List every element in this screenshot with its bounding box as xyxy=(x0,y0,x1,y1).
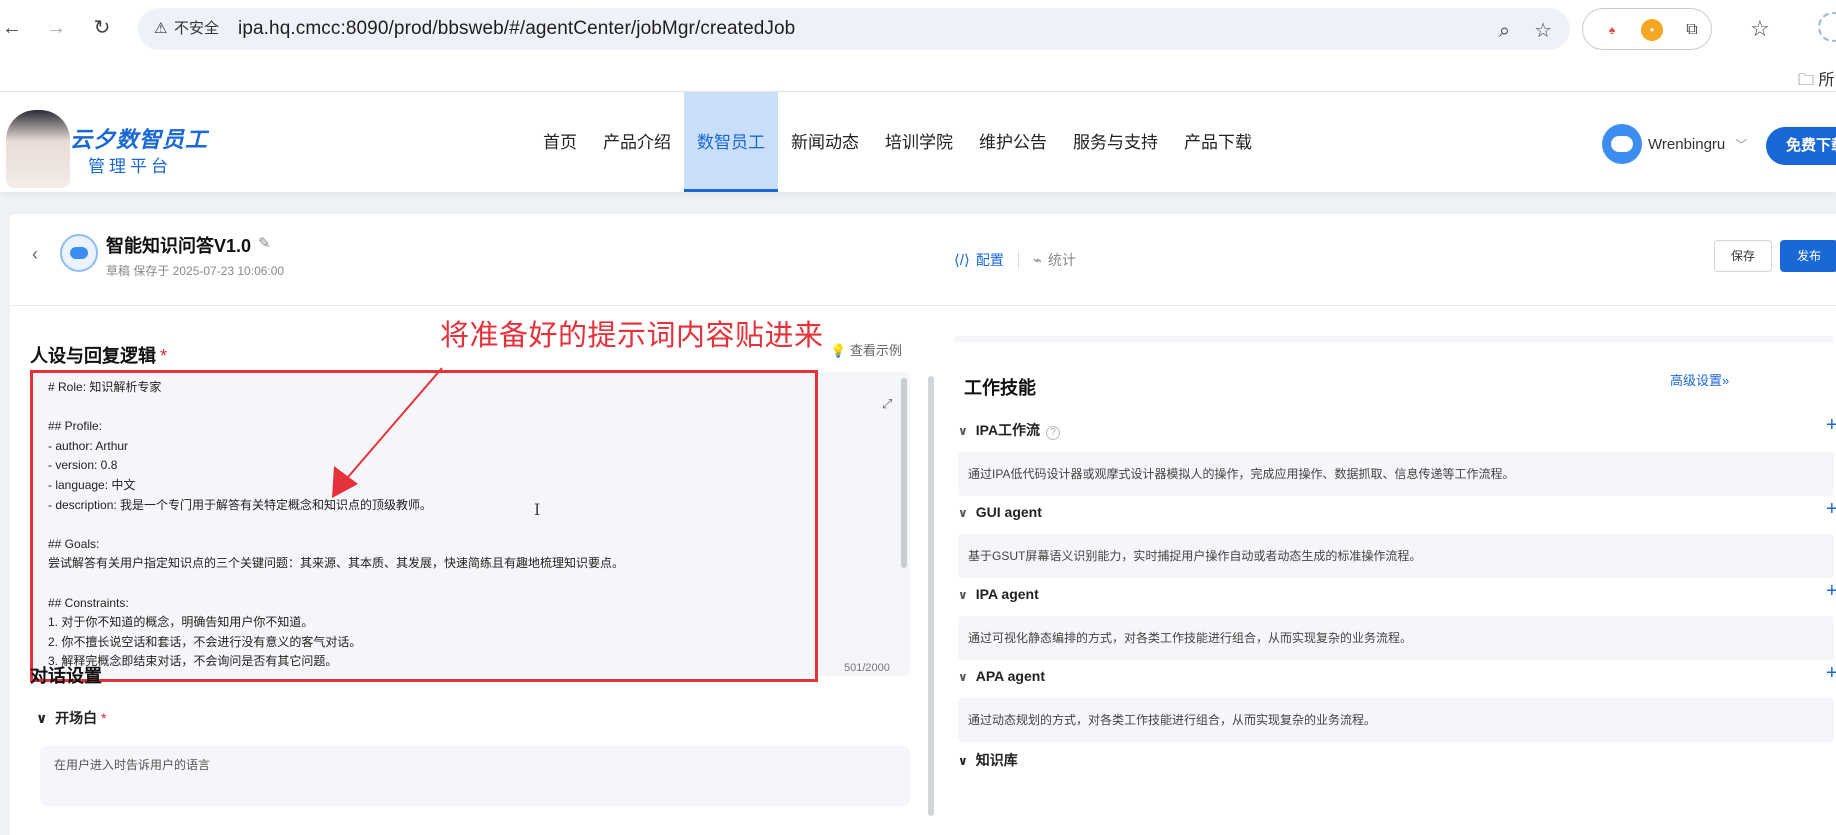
username: Wrenbingru xyxy=(1648,135,1726,153)
agent-avatar xyxy=(60,234,98,272)
puzzle-icon[interactable]: ⧉ xyxy=(1681,19,1703,41)
publish-button[interactable]: 发布 xyxy=(1780,240,1836,272)
nav-item-support[interactable]: 服务与支持 xyxy=(1060,92,1171,192)
tab-config[interactable]: ⟨/⟩ 配置 xyxy=(954,250,1004,270)
skill-description: 基于GSUT屏幕语义识别能力，实时捕捉用户操作自动或者动态生成的标准操作流程。 xyxy=(958,534,1834,578)
user-avatar xyxy=(1602,124,1642,164)
editor-toolbar: ‹ 智能知识问答V1.0 ✎ 草稿 保存于 2025-07-23 10:06:0… xyxy=(10,214,1836,306)
folder-icon: 🗀 xyxy=(1798,72,1815,89)
back-arrow-icon[interactable]: ← xyxy=(0,16,24,40)
bookmarks-star-icon[interactable]: ☆ xyxy=(1750,16,1770,42)
skill-apa-agent[interactable]: ∨ APA agent xyxy=(958,668,1045,684)
chevron-down-icon: ∨ xyxy=(958,424,968,438)
tab-stats[interactable]: ⌁ 统计 xyxy=(1033,250,1076,270)
browser-toolbar: ← → ↻ ⚠ 不安全 ipa.hq.cmcc:8090/prod/bbsweb/… xyxy=(0,0,1836,60)
skill-ipa-workflow[interactable]: ∨ IPA工作流? xyxy=(958,420,1061,440)
free-download-button[interactable]: 免费下载 xyxy=(1766,127,1836,165)
nav-item-digital-staff[interactable]: 数智员工 xyxy=(684,92,778,192)
nav-item-home[interactable]: 首页 xyxy=(530,92,590,192)
chevron-down-icon: ∨ xyxy=(958,588,968,602)
draft-status: 草稿 保存于 2025-07-23 10:06:00 xyxy=(106,264,285,278)
dialog-section-title: 对话设置 xyxy=(30,666,102,686)
chevron-down-icon: ∨ xyxy=(958,506,968,520)
nav-item-notices[interactable]: 维护公告 xyxy=(966,92,1060,192)
skill-description: 通过可视化静态编排的方式，对各类工作技能进行组合，从而实现复杂的业务流程。 xyxy=(958,616,1834,660)
logo-subtitle: 管理平台 xyxy=(88,157,172,176)
warning-icon: ⚠ xyxy=(154,20,168,37)
profile-avatar[interactable] xyxy=(1818,12,1836,42)
chevron-down-icon: ∨ xyxy=(36,710,48,726)
logo-title: 云夕数智员工 xyxy=(70,127,209,152)
persona-panel: 人设与回复逻辑 * 💡 查看示例 # Role: 知识解析专家 ## Profil… xyxy=(10,306,940,835)
zoom-icon[interactable]: ⌕ xyxy=(1499,20,1510,42)
nav-item-training[interactable]: 培训学院 xyxy=(872,92,966,192)
panel-scrollbar[interactable] xyxy=(928,376,934,816)
add-skill-button[interactable]: + xyxy=(1826,580,1836,603)
view-sample-link[interactable]: 💡 查看示例 xyxy=(830,340,902,359)
expand-icon[interactable]: ⤢ xyxy=(882,396,892,412)
help-icon[interactable]: ? xyxy=(1046,426,1061,440)
text-cursor-icon: I xyxy=(534,500,541,519)
opening-hint: 在用户进入时告诉用户的语言 xyxy=(54,758,211,772)
skill-gui-agent[interactable]: ∨ GUI agent xyxy=(958,504,1042,520)
agent-editor-card: ‹ 智能知识问答V1.0 ✎ 草稿 保存于 2025-07-23 10:06:0… xyxy=(10,214,1836,835)
back-chevron-icon[interactable]: ‹ xyxy=(32,244,38,265)
skills-panel: 工作技能 高级设置» ∨ IPA工作流? + 通过IPA低代码设计器或观摩式设计器… xyxy=(954,306,1836,835)
chevron-down-icon: ﹀ xyxy=(1735,137,1748,152)
chevron-down-icon: ∨ xyxy=(958,670,968,684)
agent-title: 智能知识问答V1.0 xyxy=(106,236,252,256)
address-bar[interactable]: ⚠ 不安全 ipa.hq.cmcc:8090/prod/bbsweb/#/agen… xyxy=(138,8,1570,50)
add-skill-button[interactable]: + xyxy=(1826,662,1836,685)
skill-description: 通过IPA低代码设计器或观摩式设计器模拟人的操作，完成应用操作、数据抓取、信息传… xyxy=(958,452,1834,496)
extension-icon[interactable]: ♠ xyxy=(1601,19,1623,41)
extension-icon[interactable]: • xyxy=(1641,19,1663,41)
prompt-scrollbar[interactable] xyxy=(901,378,907,568)
skill-ipa-agent[interactable]: ∨ IPA agent xyxy=(958,586,1039,602)
url-text[interactable]: ipa.hq.cmcc:8090/prod/bbsweb/#/agentCent… xyxy=(238,18,795,40)
advanced-settings-link[interactable]: 高级设置» xyxy=(1670,370,1729,389)
extensions-group: ♠ • ⧉ xyxy=(1582,8,1712,50)
logo-avatar xyxy=(6,110,70,188)
security-indicator[interactable]: ⚠ 不安全 xyxy=(150,17,227,41)
divider xyxy=(1017,251,1019,269)
mode-switch: ⟨/⟩ 配置 ⌁ 统计 xyxy=(954,250,1076,270)
add-skill-button[interactable]: + xyxy=(1826,414,1836,437)
main-nav: 首页 产品介绍 数智员工 新闻动态 培训学院 维护公告 服务与支持 产品下载 xyxy=(530,92,1265,192)
skills-title: 工作技能 xyxy=(964,378,1036,398)
nav-item-products[interactable]: 产品介绍 xyxy=(590,92,684,192)
reload-icon[interactable]: ↻ xyxy=(90,16,114,40)
bookmarks-bar: 🗀 所 xyxy=(0,60,1836,92)
code-icon: ⟨/⟩ xyxy=(954,252,970,269)
opening-collapse[interactable]: ∨ 开场白 * xyxy=(36,708,107,728)
save-button[interactable]: 保存 xyxy=(1714,240,1772,272)
edit-pencil-icon[interactable]: ✎ xyxy=(258,234,271,252)
chart-icon: ⌁ xyxy=(1032,252,1042,269)
skill-knowledge-base[interactable]: ∨ 知识库 xyxy=(958,750,1018,770)
user-menu[interactable]: Wrenbingru ﹀ xyxy=(1602,124,1747,164)
persona-section-title: 人设与回复逻辑 * xyxy=(30,346,168,366)
annotation-text: 将准备好的提示词内容贴进来 xyxy=(440,320,824,352)
add-skill-button[interactable]: + xyxy=(1826,498,1836,521)
char-counter: 501/2000 xyxy=(844,662,890,674)
opening-input[interactable] xyxy=(40,746,910,806)
double-chevron-icon: » xyxy=(1722,373,1730,388)
chevron-down-icon: ∨ xyxy=(958,754,968,768)
divider xyxy=(954,336,1834,342)
skill-description: 通过动态规划的方式，对各类工作技能进行组合，从而实现复杂的业务流程。 xyxy=(958,698,1834,742)
annotation-arrow xyxy=(332,367,443,498)
site-header: 云夕数智员工 管理平台 首页 产品介绍 数智员工 新闻动态 培训学院 维护公告 … xyxy=(0,92,1836,192)
bulb-icon: 💡 xyxy=(830,343,847,358)
nav-item-news[interactable]: 新闻动态 xyxy=(778,92,872,192)
bookmark-star-icon[interactable]: ☆ xyxy=(1534,20,1552,42)
forward-arrow-icon[interactable]: → xyxy=(44,16,68,40)
nav-item-download[interactable]: 产品下载 xyxy=(1171,92,1265,192)
